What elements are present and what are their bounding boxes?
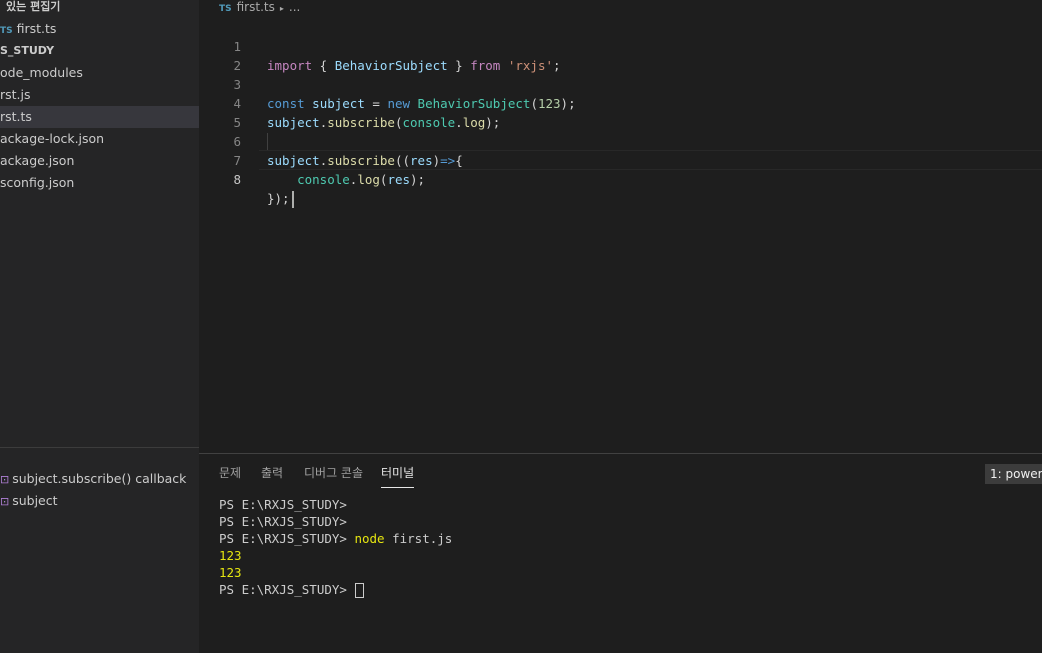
- file-item-package-lock-json[interactable]: ackage-lock.json: [0, 128, 199, 150]
- file-item-first-js[interactable]: rst.js: [0, 84, 199, 106]
- tab-debug-console[interactable]: 디버그 콘솔: [304, 466, 363, 488]
- terminal-prompt: PS E:\RXJS_STUDY>: [219, 514, 355, 529]
- terminal-line[interactable]: PS E:\RXJS_STUDY>: [219, 581, 365, 598]
- file-label: rst.ts: [0, 109, 32, 124]
- open-editors-header[interactable]: 있는 편집기: [0, 0, 199, 18]
- code-line-8: 8 });: [199, 151, 1042, 208]
- folder-header[interactable]: S_STUDY: [0, 40, 199, 62]
- file-item-tsconfig-json[interactable]: sconfig.json: [0, 172, 199, 194]
- code-line-1: 1 import { BehaviorSubject } from 'rxjs'…: [199, 18, 1042, 73]
- terminal-cursor: [355, 583, 365, 598]
- token: res: [387, 172, 411, 187]
- terminal-command-arg: first.js: [384, 531, 453, 546]
- terminal-select[interactable]: 1: powers: [985, 464, 1042, 484]
- token: console: [297, 172, 350, 187]
- terminal-prompt: PS E:\RXJS_STUDY>: [219, 497, 355, 512]
- terminal-line: PS E:\RXJS_STUDY>: [219, 513, 354, 530]
- open-editor-item-first-ts[interactable]: TS first.ts: [0, 18, 199, 40]
- text-cursor: [291, 191, 294, 208]
- code-text: });: [267, 189, 294, 208]
- file-label: ackage-lock.json: [0, 131, 105, 146]
- file-item-node-modules[interactable]: ode_modules: [0, 62, 199, 84]
- terminal-prompt: PS E:\RXJS_STUDY>: [219, 582, 355, 597]
- line-number: 8: [233, 172, 241, 187]
- terminal-line: PS E:\RXJS_STUDY>: [219, 496, 354, 513]
- terminal-command: node: [354, 531, 385, 546]
- code-line-7: 7 console.log(res);: [199, 132, 1042, 187]
- tab-output[interactable]: 출력: [261, 466, 283, 488]
- typescript-file-icon: TS: [219, 4, 232, 14]
- tab-terminal[interactable]: 터미널: [381, 466, 415, 488]
- code-line-5: 5: [199, 94, 1042, 130]
- code-line-6: 6 subject.subscribe((res)=>{: [199, 113, 1042, 168]
- code-line-3: 3 const subject = new BehaviorSubject(12…: [199, 56, 1042, 111]
- bottom-panel: 문제 출력 디버그 콘솔 터미널 1: powers PS E:\RXJS_ST…: [199, 453, 1042, 653]
- file-item-first-ts[interactable]: rst.ts: [0, 106, 199, 128]
- breadcrumb-more[interactable]: ...: [289, 0, 300, 14]
- breadcrumb-file[interactable]: first.ts: [237, 0, 275, 14]
- outline-item-subscribe-callback[interactable]: ⊡ subject.subscribe() callback: [0, 468, 199, 490]
- code-line-2: 2: [199, 37, 1042, 73]
- method-symbol-icon: ⊡: [0, 473, 10, 486]
- typescript-file-icon: TS: [0, 26, 13, 36]
- chevron-right-icon: ▸: [279, 4, 284, 13]
- variable-symbol-icon: ⊡: [0, 495, 10, 508]
- breadcrumb: TS first.ts ▸...: [219, 0, 300, 14]
- outline-label: subject: [12, 493, 58, 508]
- code-line-4: 4 subject.subscribe(console.log);: [199, 75, 1042, 130]
- file-label: rst.js: [0, 87, 31, 102]
- code-text: console.log(res);: [297, 172, 426, 187]
- terminal-output: 123: [219, 548, 242, 563]
- terminal-prompt: PS E:\RXJS_STUDY>: [219, 531, 355, 546]
- terminal-output: 123: [219, 565, 242, 580]
- terminal-line: PS E:\RXJS_STUDY> node first.js: [219, 530, 452, 547]
- file-item-package-json[interactable]: ackage.json: [0, 150, 199, 172]
- outline-item-subject[interactable]: ⊡ subject: [0, 490, 199, 512]
- outline-header[interactable]: [0, 447, 199, 467]
- file-label: sconfig.json: [0, 175, 75, 190]
- file-label: ackage.json: [0, 153, 75, 168]
- open-editor-label: first.ts: [16, 21, 57, 36]
- open-editors-title: 있는 편집기: [6, 0, 61, 13]
- tab-problems[interactable]: 문제: [219, 466, 241, 488]
- file-label: ode_modules: [0, 65, 83, 80]
- code-editor[interactable]: TS first.ts ▸... 1 import { BehaviorSubjec…: [199, 0, 1042, 453]
- outline-label: subject.subscribe() callback: [12, 471, 187, 486]
- explorer-sidebar: 있는 편집기 TS first.ts S_STUDY ode_modules rs…: [0, 0, 199, 653]
- token: });: [267, 191, 290, 206]
- token: log: [357, 172, 380, 187]
- folder-title: S_STUDY: [0, 44, 55, 57]
